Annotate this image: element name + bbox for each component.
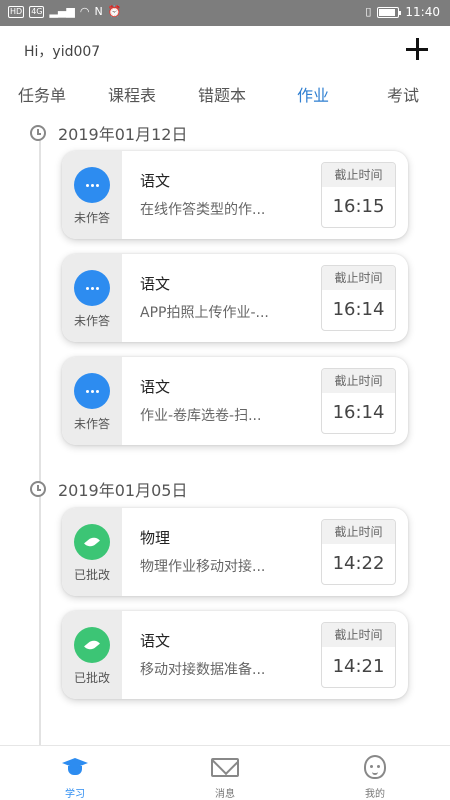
deadline-label: 截止时间: [322, 266, 395, 290]
header: Hi，yid007: [0, 26, 450, 74]
deadline-label: 截止时间: [322, 163, 395, 187]
nav-study[interactable]: 学习: [40, 752, 110, 800]
status-panel: 已批改: [62, 611, 122, 699]
subject-label: 物理: [140, 529, 171, 547]
deadline-box: 截止时间 16:14: [321, 265, 396, 331]
nfc-icon: N: [94, 5, 103, 18]
homework-card[interactable]: 未作答 语文 作业-卷库选卷-扫... 截止时间 16:14: [62, 357, 408, 445]
tab-bar: 任务单 课程表 错题本 作业 考试: [0, 78, 450, 110]
wifi-icon: ◠: [79, 5, 90, 18]
homework-card[interactable]: 已批改 物理 物理作业移动对接... 截止时间 14:22: [62, 508, 408, 596]
nav-label: 消息: [215, 789, 235, 800]
network-type-indicator: 4G: [29, 6, 45, 18]
nav-label: 我的: [365, 789, 385, 800]
homework-description: 物理作业移动对接...: [140, 559, 266, 575]
status-label: 已批改: [73, 671, 110, 685]
deadline-label: 截止时间: [322, 369, 395, 393]
homework-card[interactable]: 已批改 语文 移动对接数据准备... 截止时间 14:21: [62, 611, 408, 699]
deadline-box: 截止时间 16:15: [321, 162, 396, 228]
subject-label: 语文: [140, 632, 171, 650]
date-text: 2019年01月12日: [58, 125, 188, 144]
greeting-text: Hi，yid007: [24, 44, 101, 60]
tab-exams[interactable]: 考试: [387, 82, 419, 106]
nav-messages[interactable]: 消息: [190, 752, 260, 800]
status-panel: 未作答: [62, 254, 122, 342]
deadline-time: 16:14: [332, 402, 385, 423]
graduation-cap-icon: [60, 752, 90, 782]
status-label: 未作答: [73, 417, 110, 431]
status-panel: 未作答: [62, 151, 122, 239]
deadline-label: 截止时间: [322, 520, 395, 544]
profile-face-icon: [360, 752, 390, 782]
status-bar: HD 4G ▂▄▆ ◠ N ⏰ ▯ 11:40: [0, 0, 450, 26]
tab-mistakes[interactable]: 错题本: [198, 82, 246, 106]
deadline-label: 截止时间: [322, 623, 395, 647]
deadline-time: 16:15: [332, 196, 385, 217]
timeline-line: [39, 140, 41, 750]
date-text: 2019年01月05日: [58, 481, 188, 500]
deadline-time: 14:22: [332, 553, 385, 574]
subject-label: 语文: [140, 275, 171, 293]
more-dots-icon: [74, 167, 110, 203]
deadline-box: 截止时间 16:14: [321, 368, 396, 434]
more-dots-icon: [74, 373, 110, 409]
tab-schedule[interactable]: 课程表: [108, 82, 156, 106]
more-dots-icon: [74, 270, 110, 306]
battery-icon: [377, 6, 402, 18]
vibrate-icon: ▯: [365, 5, 372, 18]
alarm-icon: ⏰: [107, 5, 122, 18]
status-label: 未作答: [73, 211, 110, 225]
bottom-navigation: 学习 消息 我的: [0, 745, 450, 800]
nav-label: 学习: [65, 789, 85, 800]
deadline-box: 截止时间 14:21: [321, 622, 396, 688]
nav-profile[interactable]: 我的: [340, 752, 410, 800]
homework-description: 作业-卷库选卷-扫...: [140, 408, 262, 424]
status-panel: 已批改: [62, 508, 122, 596]
date-header: 2019年01月05日: [30, 477, 187, 501]
homework-description: 移动对接数据准备...: [140, 662, 266, 678]
status-time: 11:40: [405, 5, 440, 19]
deadline-time: 16:14: [332, 299, 385, 320]
leaf-icon: [74, 627, 110, 663]
homework-card[interactable]: 未作答 语文 在线作答类型的作... 截止时间 16:15: [62, 151, 408, 239]
clock-icon: [30, 125, 46, 141]
homework-card[interactable]: 未作答 语文 APP拍照上传作业-... 截止时间 16:14: [62, 254, 408, 342]
status-bar-left: HD 4G ▂▄▆ ◠ N ⏰: [8, 5, 121, 19]
deadline-time: 14:21: [332, 656, 385, 677]
subject-label: 语文: [140, 172, 171, 190]
subject-label: 语文: [140, 378, 171, 396]
homework-description: APP拍照上传作业-...: [140, 305, 269, 321]
status-bar-right: ▯ 11:40: [365, 5, 440, 19]
clock-icon: [30, 481, 46, 497]
homework-description: 在线作答类型的作...: [140, 202, 266, 218]
leaf-icon: [74, 524, 110, 560]
deadline-box: 截止时间 14:22: [321, 519, 396, 585]
tab-homework[interactable]: 作业: [297, 82, 329, 106]
status-label: 未作答: [73, 314, 110, 328]
hd-indicator: HD: [8, 6, 25, 18]
plus-icon[interactable]: [404, 36, 430, 62]
tab-task-list[interactable]: 任务单: [18, 82, 66, 106]
date-header: 2019年01月12日: [30, 121, 187, 145]
envelope-icon: [210, 752, 240, 782]
status-label: 已批改: [73, 568, 110, 582]
signal-icon: ▂▄▆: [49, 5, 75, 18]
status-panel: 未作答: [62, 357, 122, 445]
